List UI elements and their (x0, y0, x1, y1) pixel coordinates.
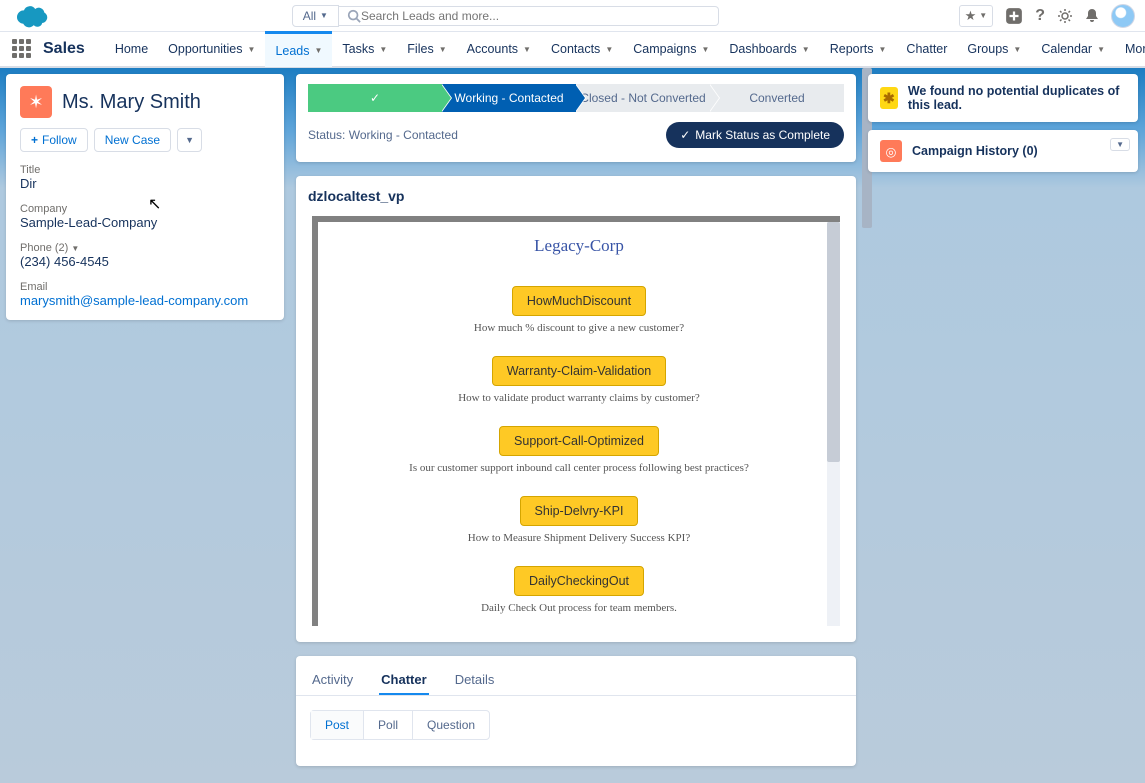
phone-value: (234) 456-4545 (20, 254, 270, 269)
title-value: Dir (20, 176, 270, 191)
user-avatar[interactable] (1111, 4, 1135, 28)
chevron-down-icon: ▼ (605, 45, 613, 54)
nav-calendar[interactable]: Calendar▼ (1031, 31, 1115, 67)
subtab-poll[interactable]: Poll (364, 711, 413, 739)
vp-desc: How to Measure Shipment Delivery Success… (342, 532, 816, 544)
follow-button[interactable]: +Follow (20, 128, 88, 152)
path-stage-converted[interactable]: Converted (710, 84, 844, 112)
nav-leads[interactable]: Leads▼ (265, 31, 332, 67)
vp-brand: Legacy-Corp (342, 236, 816, 256)
nav-dashboards[interactable]: Dashboards▼ (719, 31, 819, 67)
lead-summary-panel: ✶ Ms. Mary Smith +Follow New Case ▼ Titl… (6, 74, 284, 320)
actions-dropdown[interactable]: ▼ (177, 128, 202, 152)
bell-icon[interactable] (1085, 8, 1099, 24)
campaign-dropdown[interactable]: ▼ (1110, 138, 1130, 151)
favorites-button[interactable]: ★▼ (959, 5, 994, 27)
email-value[interactable]: marysmith@sample-lead-company.com (20, 293, 270, 308)
vp-desc: How much % discount to give a new custom… (342, 322, 816, 334)
visualforce-card: dzlocaltest_vp Legacy-Corp HowMuchDiscou… (296, 176, 856, 642)
duplicates-text: We found no potential duplicates of this… (908, 84, 1126, 112)
vp-item: Support-Call-Optimized Is our customer s… (342, 420, 816, 474)
lead-name: Ms. Mary Smith (62, 91, 201, 114)
lead-icon: ✶ (20, 86, 52, 118)
nav-campaigns[interactable]: Campaigns▼ (623, 31, 719, 67)
chevron-down-icon: ▼ (523, 45, 531, 54)
tab-chatter[interactable]: Chatter (379, 666, 429, 695)
campaign-history-title: Campaign History (0) (912, 144, 1038, 158)
app-launcher-icon[interactable] (12, 39, 31, 59)
path-stage-working[interactable]: Working - Contacted (442, 84, 576, 112)
vp-btn-support[interactable]: Support-Call-Optimized (499, 426, 659, 456)
chevron-down-icon: ▼ (439, 45, 447, 54)
chevron-down-icon: ▼ (315, 46, 323, 55)
subtab-question[interactable]: Question (413, 711, 489, 739)
chevron-down-icon: ▼ (802, 45, 810, 54)
path-card: ✓ Working - Contacted Closed - Not Conve… (296, 74, 856, 162)
help-icon[interactable]: ? (1035, 7, 1045, 25)
global-search[interactable] (339, 6, 719, 26)
chevron-down-icon: ▼ (379, 45, 387, 54)
chevron-down-icon: ▼ (701, 45, 709, 54)
activity-tabs-card: Activity Chatter Details Post Poll Quest… (296, 656, 856, 766)
nav-reports[interactable]: Reports▼ (820, 31, 897, 67)
tab-details[interactable]: Details (453, 666, 497, 695)
nav-tasks[interactable]: Tasks▼ (332, 31, 397, 67)
vp-item: DailyCheckingOut Daily Check Out process… (342, 560, 816, 614)
tab-activity[interactable]: Activity (310, 666, 355, 695)
vp-desc: Daily Check Out process for team members… (342, 602, 816, 614)
chevron-down-icon: ▼ (1013, 45, 1021, 54)
company-value: Sample-Lead-Company (20, 215, 270, 230)
search-icon (347, 9, 361, 23)
nav-contacts[interactable]: Contacts▼ (541, 31, 623, 67)
path-stage-closed[interactable]: Closed - Not Converted (576, 84, 710, 112)
status-text: Status: Working - Contacted (308, 128, 458, 142)
chevron-down-icon: ▼ (879, 45, 887, 54)
duplicates-icon: ✱ (880, 87, 898, 109)
search-input[interactable] (361, 9, 710, 23)
vp-item: HowMuchDiscount How much % discount to g… (342, 280, 816, 334)
vp-btn-discount[interactable]: HowMuchDiscount (512, 286, 646, 316)
nav-accounts[interactable]: Accounts▼ (457, 31, 541, 67)
salesforce-logo (10, 2, 52, 30)
gear-icon[interactable] (1057, 8, 1073, 24)
vp-btn-warranty[interactable]: Warranty-Claim-Validation (492, 356, 666, 386)
nav-files[interactable]: Files▼ (397, 31, 456, 67)
add-icon[interactable] (1005, 7, 1023, 25)
nav-chatter[interactable]: Chatter (896, 31, 957, 67)
chevron-down-icon: ▼ (248, 45, 256, 54)
nav-home[interactable]: Home (105, 31, 158, 67)
chevron-down-icon: ▼ (1097, 45, 1105, 54)
company-label: Company (20, 203, 270, 215)
vp-desc: Is our customer support inbound call cen… (342, 462, 816, 474)
phone-label: Phone (2) ▼ (20, 242, 270, 254)
new-case-button[interactable]: New Case (94, 128, 171, 152)
vp-title: dzlocaltest_vp (296, 176, 856, 216)
subtab-post[interactable]: Post (311, 711, 364, 739)
vp-frame: Legacy-Corp HowMuchDiscount How much % d… (312, 216, 840, 626)
path-stage-done[interactable]: ✓ (308, 84, 442, 112)
search-scope-dropdown[interactable]: All▼ (292, 5, 339, 27)
nav-groups[interactable]: Groups▼ (957, 31, 1031, 67)
vp-btn-ship[interactable]: Ship-Delvry-KPI (520, 496, 639, 526)
vp-item: Warranty-Claim-Validation How to validat… (342, 350, 816, 404)
vp-desc: How to validate product warranty claims … (342, 392, 816, 404)
app-name: Sales (43, 40, 85, 58)
vp-scrollbar[interactable] (827, 222, 840, 626)
vp-btn-checkout[interactable]: DailyCheckingOut (514, 566, 644, 596)
vp-item: Ship-Delvry-KPI How to Measure Shipment … (342, 490, 816, 544)
campaign-icon: ◎ (880, 140, 902, 162)
title-label: Title (20, 164, 270, 176)
nav-more[interactable]: More▼ (1115, 31, 1145, 67)
email-label: Email (20, 281, 270, 293)
mark-complete-button[interactable]: ✓ Mark Status as Complete (666, 122, 844, 148)
duplicates-card: ✱ We found no potential duplicates of th… (868, 74, 1138, 122)
page-scrollbar[interactable] (861, 68, 873, 783)
campaign-history-card[interactable]: ◎ Campaign History (0) ▼ (868, 130, 1138, 172)
nav-opportunities[interactable]: Opportunities▼ (158, 31, 265, 67)
